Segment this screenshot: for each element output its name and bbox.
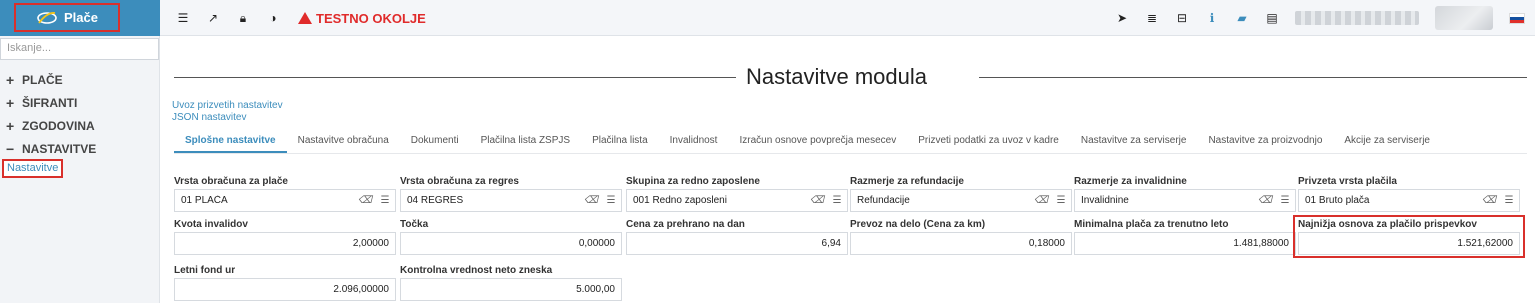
info-icon[interactable]: ℹ	[1205, 11, 1219, 25]
field-minimalna-placa: Minimalna plača za trenutno leto 1.481,8…	[1074, 219, 1296, 255]
title-divider-right	[979, 77, 1527, 78]
clear-icon[interactable]: ⌫	[1031, 190, 1051, 211]
input-kvota-invalidov[interactable]: 2,00000	[174, 232, 396, 255]
input-kontrolna-vrednost[interactable]: 5.000,00	[400, 278, 622, 301]
field-razmerje-refundacije: Razmerje za refundacije Refundacije ⌫ ☰	[850, 176, 1072, 212]
main-content: Nastavitve modula Uvoz prizvetih nastavi…	[160, 36, 1535, 303]
field-razmerje-invalidnine: Razmerje za invalidnine Invalidnine ⌫ ☰	[1074, 176, 1296, 212]
field-vrsta-obracuna-place: Vrsta obračuna za plače 01 PLAČA ⌫ ☰	[174, 176, 396, 212]
select-skupina-redno-zaposlene[interactable]: 001 Redno zaposleni ⌫ ☰	[626, 189, 848, 212]
tab-nastavitve-obracuna[interactable]: Nastavitve obračuna	[287, 131, 400, 153]
page-title: Nastavitve modula	[746, 64, 927, 89]
field-kontrolna-vrednost: Kontrolna vrednost neto zneska 5.000,00	[400, 265, 622, 301]
clear-icon[interactable]: ⌫	[355, 190, 375, 211]
test-environment-badge: TESTNO OKOLJE	[298, 11, 426, 26]
field-prevoz-na-delo: Prevoz na delo (Cena za km) 0,18000	[850, 219, 1072, 255]
app-title-button[interactable]: Plače	[14, 3, 120, 32]
input-prevoz-na-delo[interactable]: 0,18000	[850, 232, 1072, 255]
tab-nastavitve-serviserje[interactable]: Nastavitve za serviserje	[1070, 131, 1198, 153]
search-input[interactable]: Iskanje...	[0, 38, 159, 60]
list-select-icon[interactable]: ☰	[375, 190, 395, 211]
input-cena-prehrana[interactable]: 6,94	[626, 232, 848, 255]
warning-icon	[298, 12, 312, 24]
select-privzeta-vrsta-placila[interactable]: 01 Bruto plača ⌫ ☰	[1298, 189, 1520, 212]
sidebar: Iskanje... + PLAČE + ŠIFRANTI + ZGODOVIN…	[0, 36, 160, 303]
tab-splosne-nastavitve[interactable]: Splošne nastavitve	[174, 131, 287, 153]
input-letni-fond-ur[interactable]: 2.096,00000	[174, 278, 396, 301]
settings-tabs: Splošne nastavitve Nastavitve obračuna D…	[174, 131, 1441, 153]
select-razmerje-refundacije[interactable]: Refundacije ⌫ ☰	[850, 189, 1072, 212]
title-divider-left	[174, 77, 736, 78]
clear-icon[interactable]: ⌫	[1479, 190, 1499, 211]
send-icon[interactable]: ➤	[1115, 11, 1129, 25]
brand-area: Plače	[0, 0, 160, 36]
document-icon[interactable]: ▤	[1265, 11, 1279, 25]
clear-icon[interactable]: ⌫	[1255, 190, 1275, 211]
tab-dokumenti[interactable]: Dokumenti	[400, 131, 470, 153]
highlight-najnizja-osnova	[1293, 215, 1525, 258]
sidebar-item-nastavitve[interactable]: − NASTAVITVE	[6, 137, 96, 160]
book-icon[interactable]: ▰	[1235, 11, 1249, 25]
external-link-icon[interactable]: ↗	[206, 11, 220, 25]
tab-privzeti-podatki[interactable]: Prizveti podatki za uvoz v kadre	[907, 131, 1070, 153]
app-title: Plače	[64, 10, 98, 25]
tab-invalidnost[interactable]: Invalidnost	[659, 131, 729, 153]
contrast-icon[interactable]: ◑	[266, 11, 280, 25]
select-vrsta-obracuna-place[interactable]: 01 PLAČA ⌫ ☰	[174, 189, 396, 212]
select-vrsta-obracuna-regres[interactable]: 04 REGRES ⌫ ☰	[400, 189, 622, 212]
field-tocka: Točka 0,00000	[400, 219, 622, 255]
language-flag-icon[interactable]	[1509, 12, 1525, 24]
input-minimalna-placa[interactable]: 1.481,88000	[1074, 232, 1296, 255]
menu-toggle-icon[interactable]: ☰	[176, 11, 190, 25]
field-privzeta-vrsta-placila: Privzeta vrsta plačila 01 Bruto plača ⌫ …	[1298, 176, 1520, 212]
json-settings-link[interactable]: JSON nastavitev	[172, 112, 246, 123]
sidebar-item-zgodovina[interactable]: + ZGODOVINA	[6, 114, 96, 137]
user-info-blurred	[1295, 11, 1419, 25]
list-select-icon[interactable]: ☰	[1275, 190, 1295, 211]
tab-izracun-osnove[interactable]: Izračun osnove povprečja mesecev	[728, 131, 907, 153]
tabs-divider	[174, 153, 1527, 154]
field-kvota-invalidov: Kvota invalidov 2,00000	[174, 219, 396, 255]
sidebar-subitem-nastavitve[interactable]: Nastavitve	[2, 159, 64, 178]
list-select-icon[interactable]: ☰	[827, 190, 847, 211]
lock-icon[interactable]: 🔒︎	[236, 11, 250, 25]
list-icon[interactable]: ≣	[1145, 11, 1159, 25]
sidebar-item-place[interactable]: + PLAČE	[6, 68, 96, 91]
list-select-icon[interactable]: ☰	[601, 190, 621, 211]
list-select-icon[interactable]: ☰	[1051, 190, 1071, 211]
app-logo-icon	[37, 11, 57, 24]
top-bar: Plače ☰ ↗ 🔒︎ ◑ TESTNO OKOLJE ➤ ≣ ⊟ ℹ ▰ ▤	[0, 0, 1535, 36]
list-select-icon[interactable]: ☰	[1499, 190, 1519, 211]
sidebar-item-sifranti[interactable]: + ŠIFRANTI	[6, 91, 96, 114]
field-letni-fond-ur: Letni fond ur 2.096,00000	[174, 265, 396, 301]
tab-akcije-serviserje[interactable]: Akcije za serviserje	[1333, 131, 1441, 153]
tab-placilna-lista[interactable]: Plačilna lista	[581, 131, 659, 153]
field-vrsta-obracuna-regres: Vrsta obračuna za regres 04 REGRES ⌫ ☰	[400, 176, 622, 212]
input-tocka[interactable]: 0,00000	[400, 232, 622, 255]
select-razmerje-invalidnine[interactable]: Invalidnine ⌫ ☰	[1074, 189, 1296, 212]
tab-nastavitve-proizvodnjo[interactable]: Nastavitve za proizvodnjo	[1197, 131, 1333, 153]
clear-icon[interactable]: ⌫	[807, 190, 827, 211]
import-settings-link[interactable]: Uvoz prizvetih nastavitev	[172, 100, 283, 111]
field-cena-prehrana: Cena za prehrano na dan 6,94	[626, 219, 848, 255]
remote-support-icon[interactable]: ⊟	[1175, 11, 1189, 25]
clear-icon[interactable]: ⌫	[581, 190, 601, 211]
field-skupina-redno-zaposlene: Skupina za redno zaposlene 001 Redno zap…	[626, 176, 848, 212]
user-avatar-blurred[interactable]	[1435, 6, 1493, 30]
tab-placilna-lista-zspjs[interactable]: Plačilna lista ZSPJS	[470, 131, 581, 153]
